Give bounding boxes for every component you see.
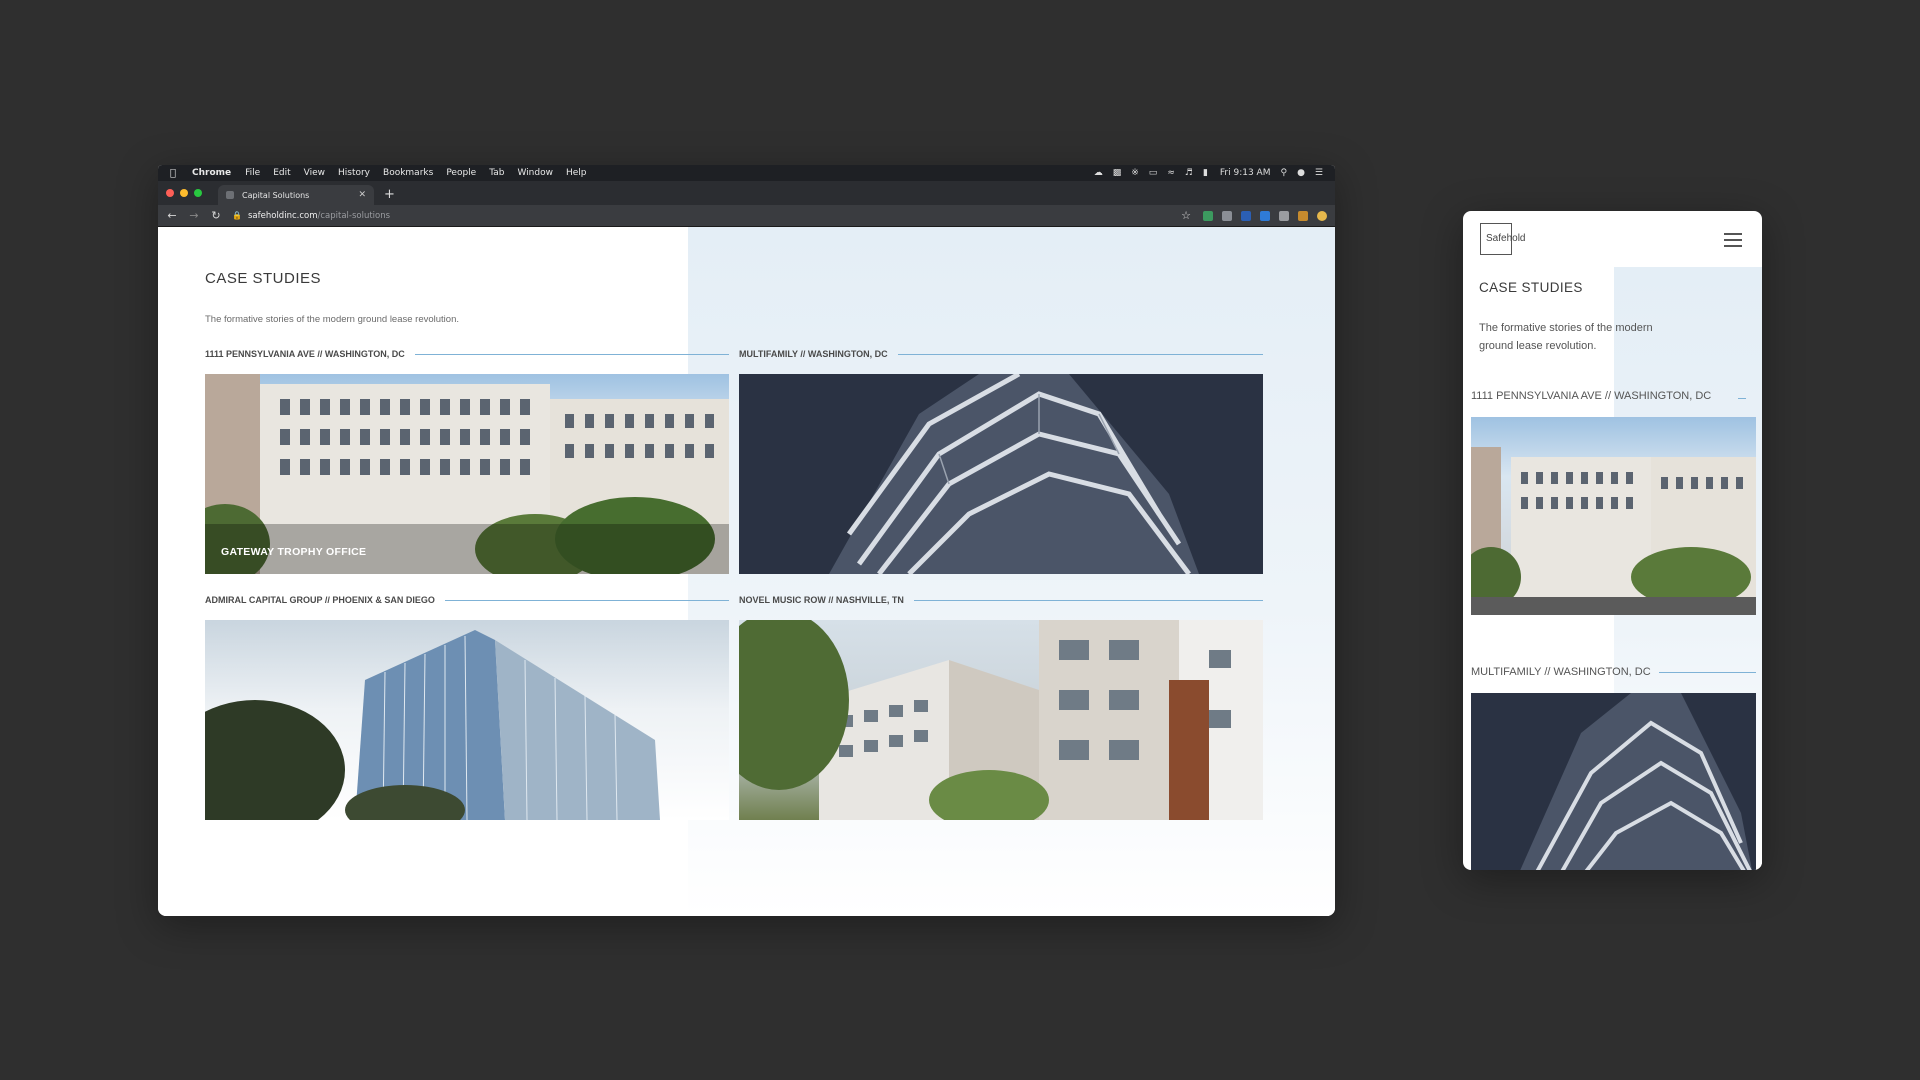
- url-host: safeholdinc.com: [248, 210, 318, 221]
- case-study-label: MULTIFAMILY // WASHINGTON, DC: [1471, 664, 1756, 680]
- menu-history[interactable]: History: [338, 168, 370, 178]
- close-tab-icon[interactable]: ✕: [358, 190, 366, 200]
- tab-title: Capital Solutions: [242, 190, 310, 200]
- case-study-label: 1111 PENNSYLVANIA AVE // WASHINGTON, DC: [1471, 388, 1746, 404]
- gateway-building-photo[interactable]: GATEWAY TROPHY OFFICE: [205, 374, 729, 574]
- macos-menubar:  Chrome File Edit View History Bookmark…: [158, 165, 1335, 181]
- case-study-card[interactable]: NOVEL MUSIC ROW // NASHVILLE, TN: [739, 594, 1263, 820]
- mobile-case-study-card[interactable]: MULTIFAMILY // WASHINGTON, DC: [1471, 664, 1756, 870]
- url-path: /capital-solutions: [317, 210, 391, 221]
- new-tab-icon[interactable]: +: [384, 187, 395, 202]
- case-study-label: 1111 PENNSYLVANIA AVE // WASHINGTON, DC: [205, 348, 729, 360]
- page-intro: The formative stories of the modern grou…: [205, 314, 459, 325]
- desktop-browser-mockup:  Chrome File Edit View History Bookmark…: [158, 165, 1335, 916]
- divider-line: [444, 599, 729, 601]
- url-field[interactable]: 🔒 safeholdinc.com/capital-solutions: [232, 208, 1181, 224]
- case-study-label: ADMIRAL CAPITAL GROUP // PHOENIX & SAN D…: [205, 594, 729, 606]
- menu-tab[interactable]: Tab: [489, 168, 504, 178]
- divider-line: [1738, 398, 1746, 399]
- address-bar: ← → ↻ 🔒 safeholdinc.com/capital-solution…: [158, 205, 1335, 227]
- notification-center-icon[interactable]: ☰: [1315, 168, 1323, 178]
- divider-line: [897, 353, 1263, 355]
- bookmark-star-icon[interactable]: ☆: [1181, 209, 1191, 222]
- menu-edit[interactable]: Edit: [273, 168, 290, 178]
- mobile-mockup: Safehold CASE STUDIES The formative stor…: [1463, 211, 1762, 870]
- favicon-icon: [226, 191, 234, 199]
- apple-icon[interactable]: : [170, 168, 182, 179]
- mobile-case-study-card[interactable]: 1111 PENNSYLVANIA AVE // WASHINGTON, DC: [1471, 388, 1756, 615]
- menu-bookmarks[interactable]: Bookmarks: [383, 168, 433, 178]
- forward-arrow-icon[interactable]: →: [188, 209, 200, 222]
- mobile-page-intro: The formative stories of the modern grou…: [1479, 322, 1653, 352]
- volume-icon[interactable]: ♬: [1185, 168, 1193, 178]
- extension-pencil-icon[interactable]: [1298, 210, 1308, 221]
- menu-people[interactable]: People: [446, 168, 476, 178]
- case-study-caption: GATEWAY TROPHY OFFICE: [221, 546, 367, 558]
- menubar-clock[interactable]: Fri 9:13 AM: [1220, 168, 1271, 178]
- novel-music-row-photo[interactable]: [739, 620, 1263, 820]
- close-window-button[interactable]: [166, 189, 174, 197]
- case-study-label: NOVEL MUSIC ROW // NASHVILLE, TN: [739, 594, 1263, 606]
- case-study-card[interactable]: MULTIFAMILY // WASHINGTON, DC: [739, 348, 1263, 574]
- menu-window[interactable]: Window: [517, 168, 553, 178]
- multifamily-building-photo[interactable]: [1471, 693, 1756, 870]
- extension-download-icon[interactable]: [1260, 210, 1270, 221]
- case-study-card[interactable]: ADMIRAL CAPITAL GROUP // PHOENIX & SAN D…: [205, 594, 729, 820]
- menu-view[interactable]: View: [304, 168, 325, 178]
- web-page: CASE STUDIES The formative stories of th…: [158, 227, 1335, 916]
- menu-help[interactable]: Help: [566, 168, 587, 178]
- display-icon[interactable]: ▩: [1113, 168, 1122, 178]
- siri-icon[interactable]: ●: [1297, 168, 1305, 178]
- extension-icons: [1203, 210, 1327, 221]
- lock-icon[interactable]: 🔒: [232, 211, 242, 220]
- admiral-glass-building-photo[interactable]: [205, 620, 729, 820]
- maximize-window-button[interactable]: [194, 189, 202, 197]
- reload-icon[interactable]: ↻: [210, 209, 222, 222]
- extensions-puzzle-icon[interactable]: [1279, 210, 1289, 221]
- profile-avatar[interactable]: [1317, 210, 1327, 221]
- airplay-icon[interactable]: ▭: [1149, 168, 1158, 178]
- browser-tab-active[interactable]: Capital Solutions ✕: [218, 185, 374, 205]
- bluetooth-icon[interactable]: ※: [1131, 168, 1139, 178]
- divider-line: [913, 599, 1263, 601]
- hamburger-menu-icon[interactable]: [1724, 233, 1742, 251]
- case-study-label: MULTIFAMILY // WASHINGTON, DC: [739, 348, 1263, 360]
- tab-strip: Capital Solutions ✕ +: [158, 181, 1335, 205]
- page-title: CASE STUDIES: [205, 270, 322, 287]
- multifamily-building-photo[interactable]: [739, 374, 1263, 574]
- battery-icon[interactable]: ▮: [1203, 168, 1208, 178]
- wifi-icon[interactable]: ≈: [1167, 168, 1175, 178]
- divider-line: [1658, 671, 1756, 673]
- extension-word-icon[interactable]: [1241, 210, 1251, 221]
- menubar-app-name[interactable]: Chrome: [192, 168, 231, 178]
- gateway-building-photo[interactable]: [1471, 417, 1756, 615]
- minimize-window-button[interactable]: [180, 189, 188, 197]
- window-controls: [166, 189, 202, 197]
- extension-evernote-icon[interactable]: [1203, 210, 1213, 221]
- back-arrow-icon[interactable]: ←: [166, 209, 178, 222]
- safehold-logo[interactable]: Safehold: [1480, 223, 1525, 255]
- divider-line: [414, 353, 729, 355]
- spotlight-search-icon[interactable]: ⚲: [1280, 168, 1287, 178]
- menu-file[interactable]: File: [245, 168, 260, 178]
- creative-cloud-icon[interactable]: ☁: [1094, 168, 1103, 178]
- mobile-page-title: CASE STUDIES: [1479, 280, 1583, 295]
- case-study-card[interactable]: 1111 PENNSYLVANIA AVE // WASHINGTON, DC: [205, 348, 729, 574]
- extension-camera-icon[interactable]: [1222, 210, 1232, 221]
